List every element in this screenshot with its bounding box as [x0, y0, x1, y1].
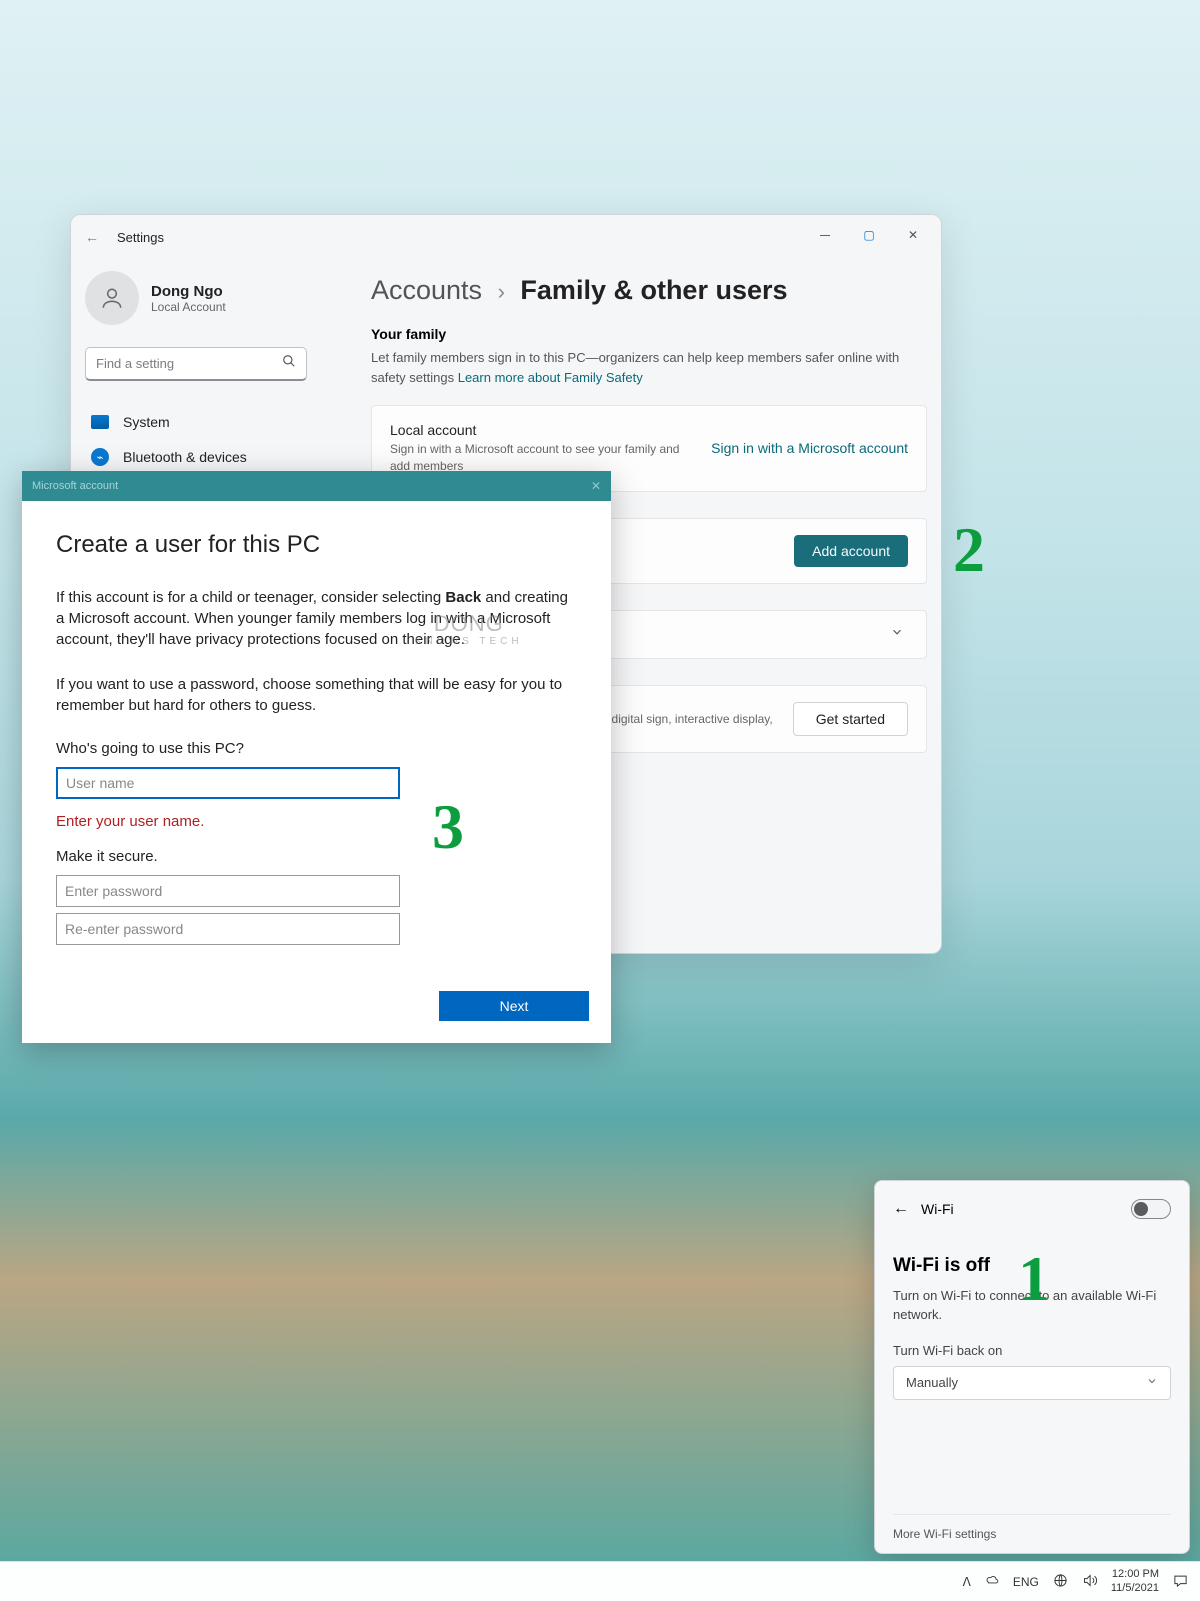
profile-name: Dong Ngo: [151, 283, 226, 300]
username-error: Enter your user name.: [56, 813, 577, 830]
dialog-close-button[interactable]: ✕: [591, 479, 601, 493]
wifi-flyout: ← Wi-Fi Wi-Fi is off Turn on Wi-Fi to co…: [874, 1180, 1190, 1554]
card-subtitle: Sign in with a Microsoft account to see …: [390, 441, 690, 475]
confirm-password-input[interactable]: Re-enter password: [56, 913, 400, 945]
monitor-icon: [91, 415, 109, 429]
taskbar: ᐱ ENG 12:00 PM 11/5/2021: [0, 1561, 1200, 1601]
chevron-down-icon: [1146, 1375, 1158, 1390]
breadcrumb-parent[interactable]: Accounts: [371, 275, 482, 305]
tray-date: 11/5/2021: [1111, 1582, 1159, 1595]
wifi-description: Turn on Wi-Fi to connect to an available…: [893, 1287, 1171, 1325]
window-title: Settings: [117, 230, 164, 245]
family-heading: Your family: [371, 326, 927, 342]
get-started-button[interactable]: Get started: [793, 702, 908, 736]
tray-network-icon[interactable]: [1053, 1573, 1068, 1591]
back-arrow-icon[interactable]: ←: [85, 229, 99, 245]
tray-clock[interactable]: 12:00 PM 11/5/2021: [1111, 1568, 1159, 1594]
wifi-backon-select[interactable]: Manually: [893, 1366, 1171, 1400]
settings-titlebar: ← Settings ▢ ✕: [71, 215, 941, 259]
dialog-heading: Create a user for this PC: [56, 531, 577, 559]
next-button[interactable]: Next: [439, 991, 589, 1021]
annotation-2: 2: [953, 513, 985, 587]
profile-subtitle: Local Account: [151, 300, 226, 314]
sign-in-ms-link[interactable]: Sign in with a Microsoft account: [711, 440, 908, 456]
search-icon: [282, 354, 296, 373]
who-label: Who's going to use this PC?: [56, 740, 577, 757]
dialog-paragraph-2: If you want to use a password, choose so…: [56, 674, 577, 716]
avatar-icon: [85, 271, 139, 325]
username-placeholder: User name: [66, 775, 134, 791]
tray-time: 12:00 PM: [1111, 1568, 1159, 1581]
card-title: Local account: [390, 422, 690, 438]
search-input[interactable]: Find a setting: [85, 347, 307, 381]
family-safety-link[interactable]: Learn more about Family Safety: [458, 370, 643, 385]
breadcrumb: Accounts › Family & other users: [371, 275, 927, 306]
window-minimize-button[interactable]: [805, 221, 845, 249]
search-placeholder: Find a setting: [96, 356, 174, 371]
wifi-status-heading: Wi-Fi is off: [893, 1255, 1171, 1277]
tray-onedrive-icon[interactable]: [985, 1573, 999, 1590]
tray-notifications-icon[interactable]: [1173, 1573, 1188, 1591]
tray-overflow-icon[interactable]: ᐱ: [963, 1575, 971, 1589]
wifi-select-value: Manually: [906, 1375, 958, 1390]
create-user-dialog: Microsoft account ✕ Create a user for th…: [22, 471, 611, 1043]
secure-label: Make it secure.: [56, 848, 577, 865]
window-maximize-button[interactable]: ▢: [849, 221, 889, 249]
tray-language[interactable]: ENG: [1013, 1575, 1039, 1589]
breadcrumb-current: Family & other users: [520, 275, 787, 305]
password-input[interactable]: Enter password: [56, 875, 400, 907]
bluetooth-icon: ⌁: [91, 448, 109, 466]
sidebar-item-system[interactable]: System: [85, 405, 307, 439]
wifi-label: Wi-Fi: [921, 1201, 954, 1217]
dialog-title: Microsoft account: [32, 480, 118, 492]
dialog-titlebar: Microsoft account ✕: [22, 471, 611, 501]
tray-volume-icon[interactable]: [1082, 1573, 1097, 1591]
add-account-button[interactable]: Add account: [794, 535, 908, 567]
more-wifi-settings-link[interactable]: More Wi-Fi settings: [893, 1514, 1171, 1541]
window-close-button[interactable]: ✕: [893, 221, 933, 249]
user-profile[interactable]: Dong Ngo Local Account: [85, 271, 307, 325]
wifi-back-arrow-icon[interactable]: ←: [893, 1200, 909, 1218]
family-description: Let family members sign in to this PC—or…: [371, 348, 927, 387]
chevron-right-icon: ›: [498, 279, 505, 304]
wifi-toggle[interactable]: [1131, 1199, 1171, 1219]
nav-label: System: [123, 414, 170, 430]
chevron-down-icon: [890, 625, 904, 644]
username-input[interactable]: User name: [56, 767, 400, 799]
wifi-backon-label: Turn Wi-Fi back on: [893, 1343, 1171, 1358]
nav-label: Bluetooth & devices: [123, 449, 247, 465]
dialog-paragraph-1: If this account is for a child or teenag…: [56, 587, 577, 650]
sidebar-item-bluetooth[interactable]: ⌁ Bluetooth & devices: [85, 439, 307, 475]
